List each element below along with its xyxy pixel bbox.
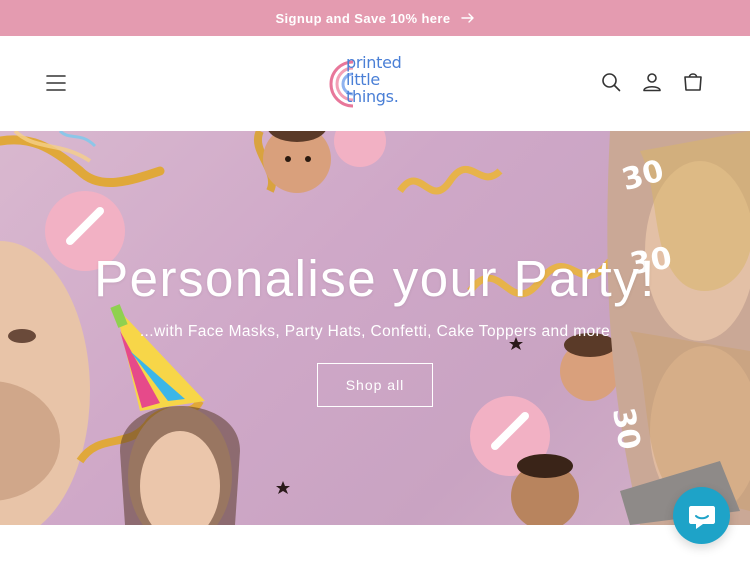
hamburger-menu-icon[interactable] — [44, 72, 68, 94]
hero-title: Personalise your Party! — [94, 250, 656, 307]
site-logo[interactable]: printed little things. — [326, 52, 426, 114]
search-icon[interactable] — [599, 70, 623, 94]
site-header: printed little things. — [0, 36, 750, 131]
chat-bubble-icon — [688, 505, 715, 529]
hero-subtitle: ...with Face Masks, Party Hats, Confetti… — [139, 323, 611, 340]
chat-button[interactable] — [673, 487, 730, 544]
announcement-link[interactable]: Signup and Save 10% here — [275, 11, 474, 26]
logo-line-2: little — [346, 70, 380, 89]
logo-line-3: things. — [346, 87, 399, 106]
arrow-right-icon — [460, 13, 474, 23]
hero-banner: 30 30 30 Personalise your Party! ...with… — [0, 131, 750, 525]
svg-text:30: 30 — [605, 405, 647, 452]
hero-content: Personalise your Party! ...with Face Mas… — [0, 249, 750, 407]
shop-all-button[interactable]: Shop all — [317, 363, 433, 407]
account-icon[interactable] — [640, 70, 664, 94]
cart-icon[interactable] — [681, 70, 705, 94]
logo-line-1: printed — [346, 53, 402, 72]
logo-text: printed little things. — [346, 54, 402, 105]
announcement-text: Signup and Save 10% here — [275, 10, 451, 26]
announcement-bar: Signup and Save 10% here — [0, 0, 750, 36]
